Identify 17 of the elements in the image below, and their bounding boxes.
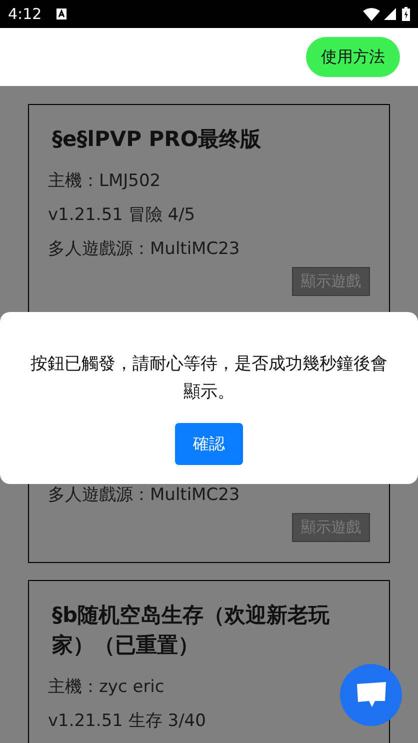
confirm-button[interactable]: 確認 — [175, 423, 243, 465]
server-source: 多人遊戲源：MultiMC23 — [48, 484, 241, 507]
dialog-message: 按鈕已觸發，請耐心等待，是否成功幾秒鐘後會顯示。 — [30, 353, 388, 404]
status-time: 4:12 — [8, 5, 42, 23]
server-host: 主機：zyc eric — [48, 676, 166, 699]
server-title: §e§lPVP PRO最终版 — [52, 126, 262, 153]
battery-icon — [402, 7, 410, 21]
chat-icon — [356, 682, 386, 708]
server-version: v1.21.51 生存 3/40 — [48, 710, 207, 733]
server-title: §b随机空岛生存（欢迎新老玩家）（已重置） — [52, 602, 331, 659]
wifi-icon — [363, 8, 380, 20]
signal-icon — [384, 8, 396, 20]
server-version: v1.21.51 冒險 4/5 — [48, 204, 196, 227]
notification-icon — [56, 8, 67, 20]
server-host: 主機：LMJ502 — [48, 170, 162, 193]
help-button[interactable]: 使用方法 — [306, 37, 400, 77]
server-source: 多人遊戲源：MultiMC23 — [48, 238, 241, 261]
